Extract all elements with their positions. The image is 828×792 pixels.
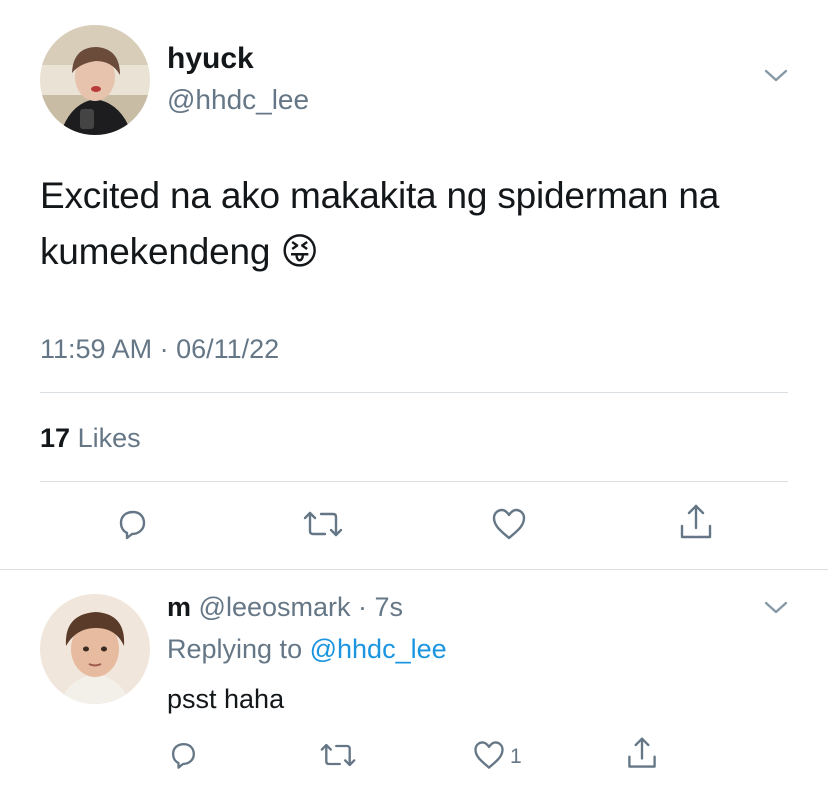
likes-summary[interactable]: 17 Likes xyxy=(40,423,141,454)
like-icon xyxy=(492,508,526,540)
retweet-icon xyxy=(320,743,356,767)
divider xyxy=(40,481,788,482)
reply-author-handle[interactable]: @leeosmark xyxy=(199,592,351,622)
reply-author-avatar[interactable] xyxy=(40,594,150,704)
likes-label: Likes xyxy=(77,423,141,453)
reply-text: psst haha xyxy=(167,684,285,714)
chevron-down-icon[interactable] xyxy=(762,66,790,86)
divider xyxy=(40,392,788,393)
replying-to-handle-link[interactable]: @hhdc_lee xyxy=(310,634,447,664)
reply-author-name[interactable]: m xyxy=(167,592,191,622)
reply-like-button[interactable] xyxy=(471,737,507,773)
reply-button[interactable] xyxy=(112,504,152,544)
like-button[interactable] xyxy=(489,504,529,544)
like-icon xyxy=(474,741,504,769)
reply-reply-button[interactable] xyxy=(165,737,201,773)
share-icon xyxy=(680,504,712,539)
retweet-button[interactable] xyxy=(301,504,345,544)
reply-time[interactable]: 7s xyxy=(375,592,404,622)
likes-count: 17 xyxy=(40,423,71,453)
tweet-timestamp[interactable]: 11:59 AM · 06/11/22 xyxy=(40,334,279,365)
reply-icon xyxy=(119,510,146,540)
share-button[interactable] xyxy=(676,502,716,544)
author-handle[interactable]: @hhdc_lee xyxy=(167,84,309,116)
author-name[interactable]: hyuck xyxy=(167,42,254,76)
replying-to: Replying to @hhdc_lee xyxy=(167,634,447,665)
reply-share-button[interactable] xyxy=(624,735,660,773)
tweet-text: Excited na ako makakita ng spiderman na … xyxy=(40,175,720,272)
replying-to-label: Replying to xyxy=(167,634,303,664)
retweet-icon xyxy=(303,511,343,537)
reply-icon xyxy=(171,743,195,769)
reply-retweet-button[interactable] xyxy=(318,737,358,773)
section-divider xyxy=(0,569,828,570)
share-icon xyxy=(628,737,656,768)
reply-header: m @leeosmark · 7s xyxy=(167,592,404,622)
author-avatar[interactable] xyxy=(40,25,150,135)
reply-like-count: 1 xyxy=(510,745,522,768)
chevron-down-icon[interactable] xyxy=(762,598,790,618)
